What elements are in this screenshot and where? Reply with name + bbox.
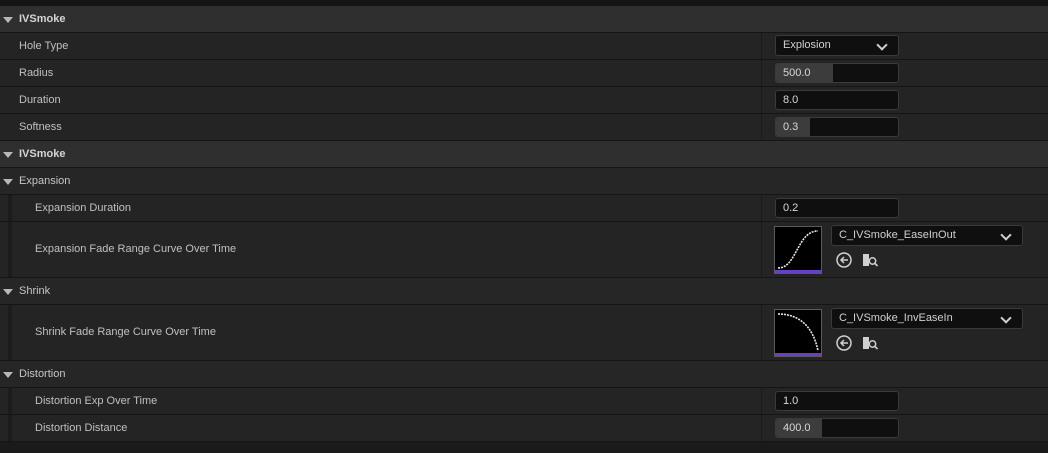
chevron-down-icon — [1000, 312, 1012, 324]
property-row-distortion-distance: Distortion Distance 400.0 — [0, 415, 1048, 442]
column-splitter[interactable] — [761, 415, 762, 441]
inverse-ease-in-curve-icon — [774, 309, 822, 357]
category-title: IVSmoke — [19, 13, 66, 25]
shrink-curve-asset-picker[interactable]: C_IVSmoke_InvEaseIn — [831, 308, 1023, 329]
expansion-duration-input[interactable]: 0.2 — [775, 198, 899, 218]
expansion-curve-asset-picker[interactable]: C_IVSmoke_EaseInOut — [831, 225, 1023, 246]
property-label: Shrink Fade Range Curve Over Time — [35, 326, 216, 338]
property-row-radius: Radius 500.0 — [0, 60, 1048, 87]
asset-name: C_IVSmoke_InvEaseIn — [839, 312, 953, 324]
browse-asset-icon[interactable] — [861, 251, 879, 269]
distortion-distance-spinbox[interactable]: 400.0 — [775, 418, 899, 438]
browse-asset-icon[interactable] — [861, 334, 879, 352]
field-value: 1.0 — [783, 395, 799, 407]
column-splitter[interactable] — [761, 114, 762, 140]
collapse-triangle-icon[interactable] — [3, 17, 13, 23]
group-expansion[interactable]: Expansion — [0, 168, 1048, 195]
property-row-expansion-duration: Expansion Duration 0.2 — [0, 195, 1048, 222]
property-row-hole-type: Hole Type Explosion — [0, 33, 1048, 60]
indent-guide — [8, 388, 12, 414]
category-title: IVSmoke — [19, 148, 66, 160]
property-row-softness: Softness 0.3 — [0, 114, 1048, 141]
property-label: Softness — [19, 121, 62, 133]
indent-guide — [8, 415, 12, 441]
indent-guide — [8, 195, 12, 221]
radius-spinbox[interactable]: 500.0 — [775, 63, 899, 83]
column-splitter[interactable] — [761, 222, 762, 277]
group-distortion[interactable]: Distortion — [0, 361, 1048, 388]
property-row-shrink-fade-curve: Shrink Fade Range Curve Over Time C_IVSm… — [0, 305, 1048, 361]
collapse-triangle-icon[interactable] — [3, 289, 13, 295]
group-shrink[interactable]: Shrink — [0, 278, 1048, 305]
property-label: Distortion Exp Over Time — [35, 395, 158, 407]
chevron-down-icon — [1000, 229, 1012, 241]
column-splitter[interactable] — [761, 195, 762, 221]
softness-spinbox[interactable]: 0.3 — [775, 117, 899, 137]
collapse-triangle-icon[interactable] — [3, 372, 13, 378]
group-title: Distortion — [19, 368, 66, 380]
group-title: Shrink — [19, 285, 51, 297]
property-label: Distortion Distance — [35, 422, 128, 434]
duration-input[interactable]: 8.0 — [775, 90, 899, 110]
property-label: Duration — [19, 94, 61, 106]
column-splitter[interactable] — [761, 60, 762, 86]
property-label: Hole Type — [19, 40, 69, 52]
group-title: Expansion — [19, 175, 71, 187]
category-ivsmoke-2[interactable]: IVSmoke — [0, 141, 1048, 168]
property-row-distortion-exp: Distortion Exp Over Time 1.0 — [0, 388, 1048, 415]
field-value: 0.2 — [783, 202, 799, 214]
field-value: 8.0 — [783, 94, 799, 106]
details-panel: IVSmoke Hole Type Explosion Radius 500.0… — [0, 0, 1048, 453]
dropdown-value: Explosion — [783, 39, 831, 51]
field-value: 0.3 — [783, 121, 799, 133]
asset-name: C_IVSmoke_EaseInOut — [839, 229, 956, 241]
property-label: Expansion Fade Range Curve Over Time — [35, 243, 237, 255]
property-label: Radius — [19, 67, 54, 79]
collapse-triangle-icon[interactable] — [3, 179, 13, 185]
property-label: Expansion Duration — [35, 202, 132, 214]
field-value: 400.0 — [783, 422, 811, 434]
hole-type-dropdown[interactable]: Explosion — [775, 35, 899, 56]
field-value: 500.0 — [783, 67, 811, 79]
distortion-exp-input[interactable]: 1.0 — [775, 391, 899, 411]
column-splitter[interactable] — [761, 388, 762, 414]
category-ivsmoke[interactable]: IVSmoke — [0, 6, 1048, 33]
ease-in-out-curve-icon — [774, 226, 822, 274]
chevron-down-icon — [876, 39, 888, 51]
arrow-left-circle-icon[interactable] — [835, 251, 853, 269]
property-row-duration: Duration 8.0 — [0, 87, 1048, 114]
property-row-expansion-fade-curve: Expansion Fade Range Curve Over Time C_I… — [0, 222, 1048, 278]
column-splitter[interactable] — [761, 33, 762, 59]
indent-guide — [8, 305, 12, 360]
column-splitter[interactable] — [761, 87, 762, 113]
arrow-left-circle-icon[interactable] — [835, 334, 853, 352]
indent-guide — [8, 222, 12, 277]
collapse-triangle-icon[interactable] — [3, 152, 13, 158]
column-splitter[interactable] — [761, 305, 762, 360]
